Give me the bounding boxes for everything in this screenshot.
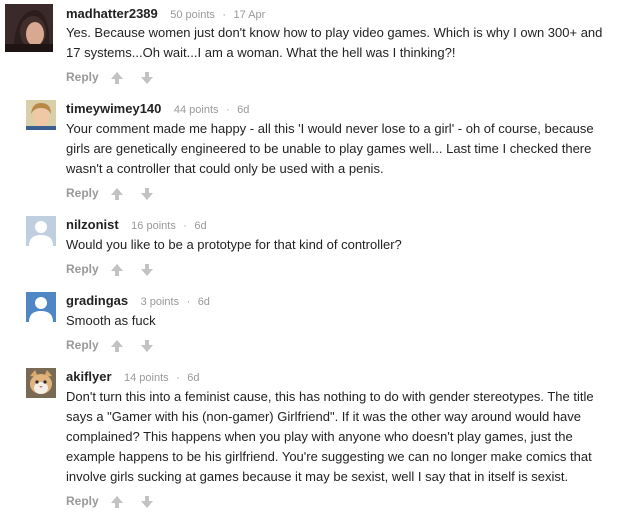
separator: · <box>176 372 180 384</box>
comment-meta: akiflyer 14 points · 6d <box>66 368 199 386</box>
username[interactable]: nilzonist <box>66 217 119 232</box>
comment-text: Yes. Because women just don't know how t… <box>66 25 603 60</box>
avatar[interactable] <box>26 368 56 398</box>
upvote-icon[interactable] <box>110 187 124 201</box>
avatar[interactable] <box>5 4 53 52</box>
points: 14 points <box>124 372 169 384</box>
comment-text: Don't turn this into a feminist cause, t… <box>66 389 594 484</box>
username[interactable]: madhatter2389 <box>66 6 158 21</box>
separator: · <box>222 9 227 21</box>
timestamp[interactable]: 6d <box>198 296 210 308</box>
avatar[interactable] <box>26 100 56 130</box>
timestamp[interactable]: 6d <box>194 220 206 232</box>
avatar[interactable] <box>26 216 56 246</box>
downvote-icon[interactable] <box>140 187 154 201</box>
separator: · <box>186 296 191 308</box>
points: 50 points <box>170 9 215 21</box>
downvote-icon[interactable] <box>140 263 154 277</box>
comment-meta: madhatter2389 50 points · 17 Apr <box>66 5 265 23</box>
upvote-icon[interactable] <box>110 71 124 85</box>
username[interactable]: gradingas <box>66 293 128 308</box>
separator: · <box>225 104 230 116</box>
comment-text: Would you like to be a prototype for tha… <box>66 237 402 252</box>
points: 16 points <box>131 220 176 232</box>
separator: · <box>183 220 187 232</box>
reply-button[interactable]: Reply <box>66 262 99 276</box>
username[interactable]: akiflyer <box>66 369 112 384</box>
avatar[interactable] <box>26 292 56 322</box>
timestamp[interactable]: 6d <box>237 104 249 116</box>
timestamp[interactable]: 6d <box>187 372 199 384</box>
comment-meta: nilzonist 16 points · 6d <box>66 216 207 234</box>
downvote-icon[interactable] <box>140 495 154 509</box>
timestamp[interactable]: 17 Apr <box>233 9 265 21</box>
points: 3 points <box>140 296 180 308</box>
reply-button[interactable]: Reply <box>66 494 99 508</box>
username[interactable]: timeywimey140 <box>66 101 161 116</box>
comment-text: Your comment made me happy - all this 'I… <box>66 121 594 176</box>
downvote-icon[interactable] <box>140 71 154 85</box>
upvote-icon[interactable] <box>110 339 124 353</box>
upvote-icon[interactable] <box>110 495 124 509</box>
comment-text: Smooth as fuck <box>66 313 156 328</box>
upvote-icon[interactable] <box>110 263 124 277</box>
reply-button[interactable]: Reply <box>66 186 99 200</box>
comment-meta: timeywimey140 44 points · 6d <box>66 100 249 118</box>
comment-meta: gradingas 3 points · 6d <box>66 292 210 310</box>
reply-button[interactable]: Reply <box>66 70 99 84</box>
downvote-icon[interactable] <box>140 339 154 353</box>
points: 44 points <box>173 104 219 116</box>
reply-button[interactable]: Reply <box>66 338 99 352</box>
